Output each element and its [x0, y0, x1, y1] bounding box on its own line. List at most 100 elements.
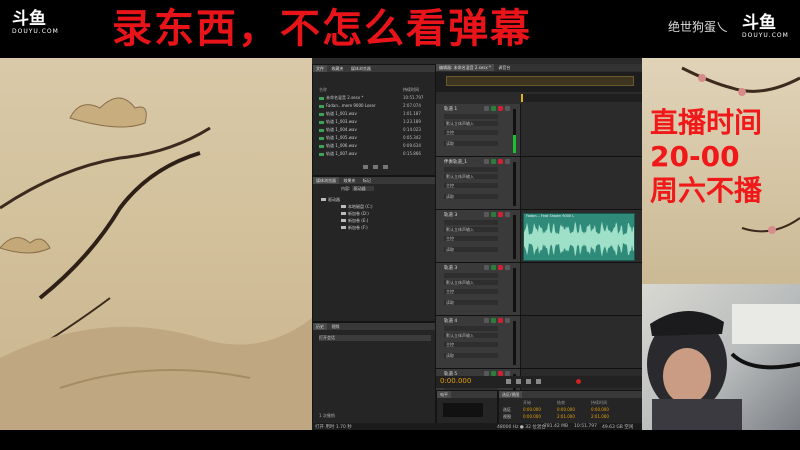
- content-selector-value[interactable]: 驱动器: [351, 186, 374, 191]
- solo-button[interactable]: [491, 265, 496, 270]
- tab-media-browser-2[interactable]: 媒体浏览器: [313, 177, 339, 184]
- selection-duration[interactable]: 2:01.000: [591, 414, 609, 420]
- tab-media-browser[interactable]: 媒体浏览器: [348, 65, 374, 72]
- selection-end[interactable]: 0:00.000: [557, 407, 575, 413]
- drive-tree-item[interactable]: 驱动器: [321, 197, 340, 203]
- track-lane[interactable]: [521, 104, 642, 156]
- input-selector[interactable]: 默认立体声输入: [444, 227, 498, 232]
- automation-mode[interactable]: 读取: [444, 300, 498, 305]
- mute-button[interactable]: [484, 106, 489, 111]
- selection-duration[interactable]: 0:00.000: [591, 407, 609, 413]
- monitor-button[interactable]: [505, 159, 510, 164]
- tab-levels[interactable]: 电平: [437, 391, 451, 398]
- play-button[interactable]: [516, 379, 521, 384]
- output-selector[interactable]: 主控: [444, 183, 498, 188]
- tab-effects[interactable]: 效果夹: [340, 177, 358, 184]
- input-selector[interactable]: 默认立体声输入: [444, 174, 498, 179]
- monitor-button[interactable]: [505, 106, 510, 111]
- content-selector[interactable]: 内容: 驱动器: [341, 186, 374, 192]
- column-name[interactable]: 名称: [319, 87, 327, 92]
- drive-tree-item[interactable]: 新加卷 (D:): [341, 211, 369, 217]
- solo-button[interactable]: [491, 318, 496, 323]
- rewind-button[interactable]: [526, 379, 531, 384]
- mute-button[interactable]: [484, 159, 489, 164]
- history-item[interactable]: 打开会话: [319, 335, 431, 341]
- track-name[interactable]: 轨道 1: [444, 106, 457, 112]
- tab-history[interactable]: 历史: [313, 323, 327, 330]
- monitor-button[interactable]: [505, 212, 510, 217]
- column-duration[interactable]: 持续时间: [403, 87, 419, 93]
- delete-icon[interactable]: [383, 165, 388, 169]
- file-list-item[interactable]: 轨道 1_005.wav 0:05.342: [319, 135, 421, 141]
- automation-mode[interactable]: 读取: [444, 247, 498, 252]
- drive-tree-item[interactable]: 本地磁盘 (C:): [341, 204, 373, 210]
- file-list-item[interactable]: Fadan...mere 9000 Loser 2:07.074: [319, 103, 421, 109]
- track-name[interactable]: 轨道 3: [444, 265, 457, 271]
- file-list-item[interactable]: 轨道 1_007.wav 0:15.866: [319, 151, 421, 157]
- record-arm-button[interactable]: [498, 159, 503, 164]
- output-selector[interactable]: 主控: [444, 289, 498, 294]
- open-file-icon[interactable]: [363, 165, 368, 169]
- monitor-button[interactable]: [505, 318, 510, 323]
- import-icon[interactable]: [373, 165, 378, 169]
- tab-editor[interactable]: 编辑器: 未命名混音 2.sesx *: [436, 64, 494, 71]
- output-selector[interactable]: 主控: [444, 342, 498, 347]
- track-name[interactable]: 轨道 4: [444, 318, 457, 324]
- timeline-ruler[interactable]: [521, 94, 642, 102]
- track-lane[interactable]: Fadan... Feat Shawn 9000 L: [521, 210, 642, 262]
- track-lane[interactable]: [521, 263, 642, 315]
- automation-mode[interactable]: 读取: [444, 353, 498, 358]
- record-arm-button[interactable]: [498, 106, 503, 111]
- overview-bar[interactable]: [436, 72, 642, 92]
- output-selector[interactable]: 主控: [444, 236, 498, 241]
- tab-selection-view[interactable]: 选区/视图: [499, 391, 523, 398]
- file-list-item[interactable]: 轨道 1_003.wav 1:23.189: [319, 119, 421, 125]
- drive-tree-item[interactable]: 新加卷 (E:): [341, 218, 368, 224]
- solo-button[interactable]: [491, 212, 496, 217]
- tab-mixer[interactable]: 调音台: [495, 64, 513, 71]
- volume-pan-row[interactable]: [444, 273, 498, 278]
- output-selector[interactable]: 主控: [444, 130, 498, 135]
- playhead[interactable]: [521, 94, 523, 102]
- drive-tree-item[interactable]: 新加卷 (F:): [341, 225, 368, 231]
- selection-start[interactable]: 0:00.000: [523, 407, 541, 413]
- selection-end[interactable]: 2:01.000: [557, 414, 575, 420]
- volume-pan-row[interactable]: [444, 114, 498, 119]
- solo-button[interactable]: [491, 106, 496, 111]
- mute-button[interactable]: [484, 265, 489, 270]
- monitor-button[interactable]: [505, 265, 510, 270]
- tab-files[interactable]: 文件: [313, 65, 327, 72]
- selection-header: 持续时间: [591, 400, 607, 405]
- solo-button[interactable]: [491, 159, 496, 164]
- tab-favorites[interactable]: 收藏夹: [328, 65, 346, 72]
- volume-pan-row[interactable]: [444, 167, 498, 172]
- mute-button[interactable]: [484, 318, 489, 323]
- tab-video[interactable]: 视频: [328, 323, 342, 330]
- automation-mode[interactable]: 读取: [444, 141, 498, 146]
- file-duration: 10:51.797: [403, 95, 424, 100]
- file-list-item[interactable]: 轨道 1_006.wav 0:09.634: [319, 143, 421, 149]
- track-lane[interactable]: [521, 157, 642, 209]
- record-arm-button[interactable]: [498, 212, 503, 217]
- automation-mode[interactable]: 读取: [444, 194, 498, 199]
- fast-forward-button[interactable]: [536, 379, 541, 384]
- input-selector[interactable]: 默认立体声输入: [444, 333, 498, 338]
- stop-button[interactable]: [506, 379, 511, 384]
- input-selector[interactable]: 默认立体声输入: [444, 121, 498, 126]
- record-arm-button[interactable]: [498, 265, 503, 270]
- input-selector[interactable]: 默认立体声输入: [444, 280, 498, 285]
- file-list-item[interactable]: 轨道 1_004.wav 0:14.023: [319, 127, 421, 133]
- record-button[interactable]: [576, 379, 581, 384]
- record-arm-button[interactable]: [498, 318, 503, 323]
- selection-start[interactable]: 0:00.000: [523, 414, 541, 420]
- track-name[interactable]: 伴奏轨道_1: [444, 159, 467, 165]
- volume-pan-row[interactable]: [444, 326, 498, 331]
- audio-clip[interactable]: Fadan... Feat Shawn 9000 L: [523, 213, 635, 261]
- mute-button[interactable]: [484, 212, 489, 217]
- track-name[interactable]: 轨道 3: [444, 212, 457, 218]
- file-list-item[interactable]: 未命名混音 2.sesx * 10:51.797: [319, 95, 423, 101]
- file-list-item[interactable]: 轨道 1_001.wav 1:01.187: [319, 111, 421, 117]
- track-lane[interactable]: [521, 316, 642, 368]
- tab-markers[interactable]: 标记: [360, 177, 374, 184]
- volume-pan-row[interactable]: [444, 220, 498, 225]
